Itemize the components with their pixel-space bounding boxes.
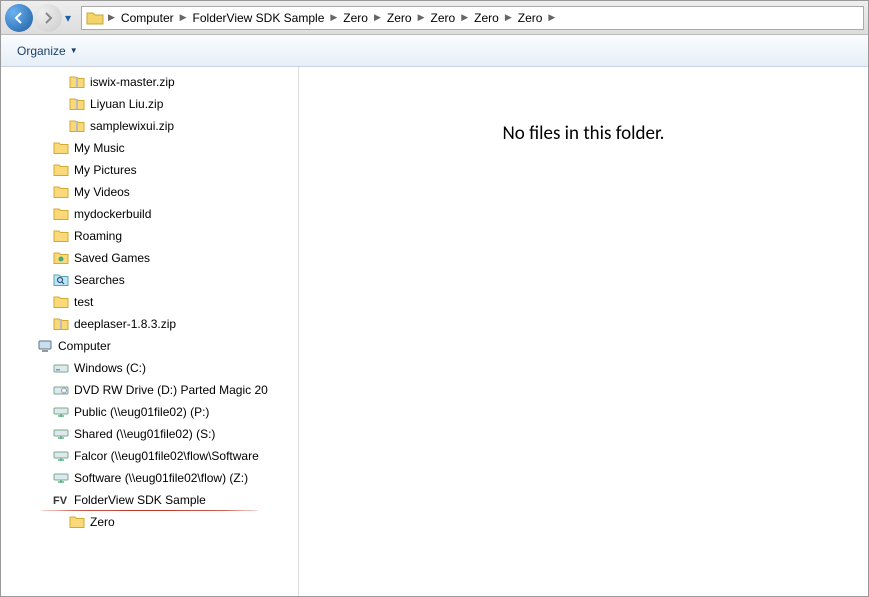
folder-icon: [53, 162, 69, 178]
tree-item[interactable]: Shared (\\eug01file02) (S:): [1, 423, 298, 445]
tree-item-label: Zero: [90, 515, 115, 529]
breadcrumb-segment[interactable]: Computer: [117, 7, 178, 29]
address-bar[interactable]: ▶ Computer▶FolderView SDK Sample▶Zero▶Ze…: [81, 6, 864, 30]
tree-item-label: My Music: [74, 141, 125, 155]
drive-icon: [53, 360, 69, 376]
breadcrumb-segment[interactable]: Zero: [339, 7, 372, 29]
history-dropdown[interactable]: ▾: [65, 11, 77, 25]
fv-icon: FV: [53, 492, 69, 508]
tree-item-label: Liyuan Liu.zip: [90, 97, 163, 111]
tree-item[interactable]: Public (\\eug01file02) (P:): [1, 401, 298, 423]
breadcrumb-segment[interactable]: Zero: [427, 7, 460, 29]
tree-item[interactable]: Falcor (\\eug01file02\flow\Software: [1, 445, 298, 467]
zip-icon: [69, 96, 85, 112]
netdrive-icon: [53, 404, 69, 420]
organize-label: Organize: [17, 44, 66, 58]
tree-item[interactable]: deeplaser-1.8.3.zip: [1, 313, 298, 335]
folder-icon: [53, 228, 69, 244]
tree-item-label: FolderView SDK Sample: [74, 493, 206, 507]
file-list-pane: No files in this folder.: [299, 67, 868, 596]
tree-item-label: iswix-master.zip: [90, 75, 175, 89]
tree-item[interactable]: DVD RW Drive (D:) Parted Magic 20: [1, 379, 298, 401]
tree-item-label: My Pictures: [74, 163, 137, 177]
tree-item-label: Windows (C:): [74, 361, 146, 375]
breadcrumb-segment[interactable]: Zero: [514, 7, 547, 29]
chevron-right-icon[interactable]: ▶: [106, 12, 117, 23]
netdrive-icon: [53, 470, 69, 486]
tree-item[interactable]: iswix-master.zip: [1, 71, 298, 93]
tree-item-label: deeplaser-1.8.3.zip: [74, 317, 176, 331]
folder-icon: [53, 140, 69, 156]
content-area: iswix-master.zip Liyuan Liu.zip samplewixu…: [1, 67, 868, 596]
zip-icon: [69, 118, 85, 134]
tree-item[interactable]: test: [1, 291, 298, 313]
tree-item-label: samplewixui.zip: [90, 119, 174, 133]
folder-icon: [53, 206, 69, 222]
folder-icon: [86, 9, 104, 27]
chevron-right-icon[interactable]: ▶: [328, 12, 339, 23]
folder-icon: [53, 184, 69, 200]
tree-item[interactable]: Liyuan Liu.zip: [1, 93, 298, 115]
tree-item[interactable]: Roaming: [1, 225, 298, 247]
tree-item[interactable]: My Music: [1, 137, 298, 159]
tree-item-label: Saved Games: [74, 251, 150, 265]
toolbar: Organize ▼: [1, 35, 868, 67]
folder-icon: [53, 294, 69, 310]
chevron-down-icon: ▼: [70, 46, 78, 55]
tree-item[interactable]: samplewixui.zip: [1, 115, 298, 137]
tree-item-label: My Videos: [74, 185, 130, 199]
breadcrumb-segment[interactable]: Zero: [470, 7, 503, 29]
back-button[interactable]: [5, 4, 33, 32]
chevron-right-icon[interactable]: ▶: [416, 12, 427, 23]
tree-item-label: Searches: [74, 273, 125, 287]
chevron-right-icon[interactable]: ▶: [178, 12, 189, 23]
tree-item-label: Falcor (\\eug01file02\flow\Software: [74, 449, 259, 463]
zip-icon: [69, 74, 85, 90]
breadcrumb-segment[interactable]: Zero: [383, 7, 416, 29]
computer-icon: [37, 338, 53, 354]
tree-item-label: DVD RW Drive (D:) Parted Magic 20: [74, 383, 268, 397]
organize-button[interactable]: Organize ▼: [11, 40, 84, 62]
tree-item[interactable]: My Pictures: [1, 159, 298, 181]
navigation-bar: ▾ ▶ Computer▶FolderView SDK Sample▶Zero▶…: [1, 1, 868, 35]
svg-text:FV: FV: [53, 495, 68, 507]
search-folder-icon: [53, 272, 69, 288]
folder-games-icon: [53, 250, 69, 266]
tree-item-label: mydockerbuild: [74, 207, 151, 221]
chevron-right-icon[interactable]: ▶: [459, 12, 470, 23]
chevron-right-icon[interactable]: ▶: [546, 12, 557, 23]
breadcrumb-segment[interactable]: FolderView SDK Sample: [189, 7, 329, 29]
tree-item-label: Software (\\eug01file02\flow) (Z:): [74, 471, 248, 485]
netdrive-icon: [53, 448, 69, 464]
tree-item-label: Shared (\\eug01file02) (S:): [74, 427, 215, 441]
tree-item[interactable]: mydockerbuild: [1, 203, 298, 225]
folder-icon: [69, 514, 85, 530]
tree-item[interactable]: Software (\\eug01file02\flow) (Z:): [1, 467, 298, 489]
tree-item-label: test: [74, 295, 93, 309]
tree-item-label: Roaming: [74, 229, 122, 243]
chevron-right-icon[interactable]: ▶: [503, 12, 514, 23]
tree-item[interactable]: Searches: [1, 269, 298, 291]
chevron-right-icon[interactable]: ▶: [372, 12, 383, 23]
netdrive-icon: [53, 426, 69, 442]
tree-item[interactable]: Saved Games: [1, 247, 298, 269]
tree-item[interactable]: Zero: [1, 511, 298, 533]
zip-icon: [53, 316, 69, 332]
folder-tree-sidebar[interactable]: iswix-master.zip Liyuan Liu.zip samplewixu…: [1, 67, 299, 596]
tree-item[interactable]: Computer: [1, 335, 298, 357]
tree-item[interactable]: Windows (C:): [1, 357, 298, 379]
tree-item[interactable]: FV FolderView SDK Sample: [1, 489, 298, 511]
forward-button[interactable]: [34, 4, 62, 32]
tree-item[interactable]: My Videos: [1, 181, 298, 203]
empty-folder-message: No files in this folder.: [503, 122, 665, 596]
disc-icon: [53, 382, 69, 398]
tree-item-label: Computer: [58, 339, 111, 353]
tree-item-label: Public (\\eug01file02) (P:): [74, 405, 209, 419]
